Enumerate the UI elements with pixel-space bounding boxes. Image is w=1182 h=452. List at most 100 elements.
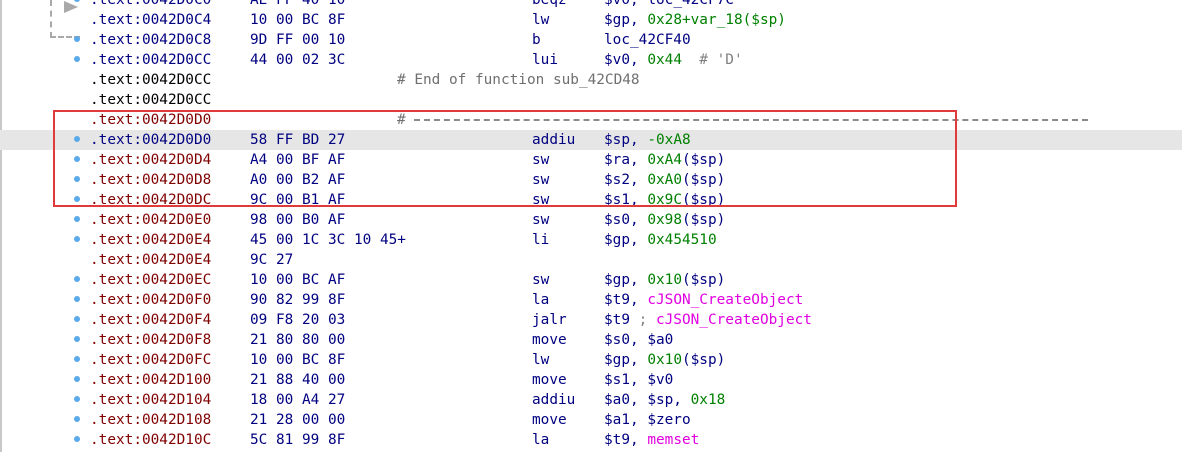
- operand-register: $gp,: [604, 352, 648, 368]
- breakpoint-dot-icon[interactable]: [74, 216, 80, 222]
- instruction-mnemonic: la: [532, 292, 550, 308]
- instruction-operands: $v0, 0x44 # 'D': [604, 50, 743, 70]
- code-line[interactable]: .text:0042D0F8 21 80 80 00 move $s0, $a0: [0, 330, 1182, 350]
- operand-register: $v0,: [604, 0, 648, 8]
- code-line[interactable]: .text:0042D0FC 10 00 BC 8F lw $gp, 0x10($sp…: [0, 350, 1182, 370]
- line-address: .text:0042D0D0: [90, 132, 212, 148]
- breakpoint-dot-icon[interactable]: [74, 296, 80, 302]
- disassembly-view[interactable]: .text:0042D0C0 AE FF 40 10 beqz $v0, loc_42…: [0, 0, 1182, 452]
- code-line[interactable]: .text:0042D0C8 9D FF 00 10 b loc_42CF40: [0, 30, 1182, 50]
- opcode-bytes: AE FF 40 10: [250, 0, 346, 8]
- line-comment: #: [397, 112, 406, 128]
- line-address: .text:0042D100: [90, 372, 212, 388]
- operand-base-register: ($sp): [681, 152, 726, 168]
- code-line[interactable]: .text:0042D0D0 #: [0, 110, 1182, 130]
- line-address: .text:0042D0C4: [90, 12, 212, 28]
- line-address: .text:0042D0CC: [90, 92, 212, 108]
- opcode-bytes: 5C 81 99 8F: [250, 432, 346, 448]
- operand-number: 0x98: [647, 212, 682, 228]
- breakpoint-dot-icon[interactable]: [74, 336, 80, 342]
- line-address: .text:0042D0E4: [90, 252, 212, 268]
- code-line[interactable]: .text:0042D10C 5C 81 99 8F la $t9, memset: [0, 430, 1182, 450]
- breakpoint-dot-icon[interactable]: [74, 196, 80, 202]
- breakpoint-dot-icon[interactable]: [74, 236, 80, 242]
- code-line[interactable]: .text:0042D0C0 AE FF 40 10 beqz $v0, loc_42…: [0, 0, 1182, 10]
- code-line[interactable]: .text:0042D108 21 28 00 00 move $a1, $zero: [0, 410, 1182, 430]
- instruction-mnemonic: b: [532, 32, 541, 48]
- instruction-mnemonic: sw: [532, 192, 550, 208]
- instruction-mnemonic: sw: [532, 272, 550, 288]
- code-line[interactable]: .text:0042D0C4 10 00 BC 8F lw $gp, 0x28+var…: [0, 10, 1182, 30]
- operand-base-register: ($sp): [681, 272, 726, 288]
- instruction-operands: $gp, 0x454510: [604, 230, 717, 250]
- instruction-operands: $gp, 0x28+var_18($sp): [604, 10, 786, 30]
- instruction-operands: $ra, 0xA4($sp): [604, 150, 725, 170]
- opcode-bytes: 10 00 BC 8F: [250, 352, 346, 368]
- line-address: .text:0042D0E4: [90, 232, 212, 248]
- instruction-operands: $gp, 0x10($sp): [604, 350, 725, 370]
- breakpoint-dot-icon[interactable]: [74, 0, 80, 2]
- operand-register: $ra,: [604, 152, 648, 168]
- code-line[interactable]: .text:0042D0E4 45 00 1C 3C 10 45+ li $gp, 0…: [0, 230, 1182, 250]
- breakpoint-dot-icon[interactable]: [74, 36, 80, 42]
- operand-base-register: ($sp): [681, 212, 726, 228]
- operand-register: $a0, $sp,: [604, 392, 691, 408]
- opcode-bytes: 45 00 1C 3C 10 45+: [250, 232, 406, 248]
- instruction-mnemonic: lw: [532, 12, 550, 28]
- line-address: .text:0042D0F8: [90, 332, 212, 348]
- line-address: .text:0042D0F4: [90, 312, 212, 328]
- operand-comment: # 'D': [681, 52, 743, 68]
- operand-number: 0x9C: [647, 192, 682, 208]
- instruction-operands: $s0, 0x98($sp): [604, 210, 725, 230]
- operand-number: 0x44: [647, 52, 682, 68]
- operand-base-register: ($sp): [681, 192, 726, 208]
- operand-number: 0xA0: [647, 172, 682, 188]
- instruction-mnemonic: jalr: [532, 312, 567, 328]
- instruction-mnemonic: sw: [532, 172, 550, 188]
- operand-register: $s1, $v0: [604, 372, 674, 388]
- opcode-bytes: 44 00 02 3C: [250, 52, 346, 68]
- code-line[interactable]: .text:0042D0D8 A0 00 B2 AF sw $s2, 0xA0($sp…: [0, 170, 1182, 190]
- code-line[interactable]: .text:0042D0CC: [0, 90, 1182, 110]
- breakpoint-dot-icon[interactable]: [74, 376, 80, 382]
- code-line[interactable]: .text:0042D0D0 58 FF BD 27 addiu $sp, -0xA8: [0, 130, 1182, 150]
- instruction-mnemonic: la: [532, 432, 550, 448]
- instruction-mnemonic: move: [532, 372, 567, 388]
- instruction-mnemonic: addiu: [532, 392, 576, 408]
- breakpoint-dot-icon[interactable]: [74, 316, 80, 322]
- opcode-bytes: 10 00 BC 8F: [250, 12, 346, 28]
- operand-number: 0x454510: [647, 232, 717, 248]
- code-line[interactable]: .text:0042D0DC 9C 00 B1 AF sw $s1, 0x9C($sp…: [0, 190, 1182, 210]
- breakpoint-dot-icon[interactable]: [74, 396, 80, 402]
- breakpoint-dot-icon[interactable]: [74, 56, 80, 62]
- breakpoint-dot-icon[interactable]: [74, 356, 80, 362]
- instruction-operands: $gp, 0x10($sp): [604, 270, 725, 290]
- code-line[interactable]: .text:0042D0F0 90 82 99 8F la $t9, cJSON_Cr…: [0, 290, 1182, 310]
- breakpoint-dot-icon[interactable]: [74, 136, 80, 142]
- operand-number: 0x28: [647, 12, 682, 28]
- instruction-operands: $v0, loc_42CF7C: [604, 0, 734, 10]
- code-line[interactable]: .text:0042D0EC 10 00 BC AF sw $gp, 0x10($sp…: [0, 270, 1182, 290]
- breakpoint-dot-icon[interactable]: [74, 176, 80, 182]
- code-line[interactable]: .text:0042D104 18 00 A4 27 addiu $a0, $sp, …: [0, 390, 1182, 410]
- instruction-operands: $a1, $zero: [604, 410, 691, 430]
- breakpoint-dot-icon[interactable]: [74, 416, 80, 422]
- code-line[interactable]: .text:0042D0E4 9C 27: [0, 250, 1182, 270]
- code-line[interactable]: .text:0042D0F4 09 F8 20 03 jalr $t9 ; cJSON…: [0, 310, 1182, 330]
- opcode-bytes: 21 28 00 00: [250, 412, 346, 428]
- instruction-operands: $t9, memset: [604, 430, 699, 450]
- code-line[interactable]: .text:0042D0D4 A4 00 BF AF sw $ra, 0xA4($sp…: [0, 150, 1182, 170]
- line-address: .text:0042D0E0: [90, 212, 212, 228]
- code-line[interactable]: .text:0042D0CC # End of function sub_42CD…: [0, 70, 1182, 90]
- breakpoint-dot-icon[interactable]: [74, 156, 80, 162]
- breakpoint-dot-icon[interactable]: [74, 436, 80, 442]
- operand-register: $s0, $a0: [604, 332, 674, 348]
- breakpoint-dot-icon[interactable]: [74, 276, 80, 282]
- instruction-mnemonic: li: [532, 232, 550, 248]
- code-line[interactable]: .text:0042D0CC 44 00 02 3C lui $v0, 0x44 # …: [0, 50, 1182, 70]
- line-address: .text:0042D0CC: [90, 72, 212, 88]
- code-line[interactable]: .text:0042D0E0 98 00 B0 AF sw $s0, 0x98($sp…: [0, 210, 1182, 230]
- code-line[interactable]: .text:0042D100 21 88 40 00 move $s1, $v0: [0, 370, 1182, 390]
- operand-register: $t9,: [604, 432, 648, 448]
- instruction-mnemonic: move: [532, 332, 567, 348]
